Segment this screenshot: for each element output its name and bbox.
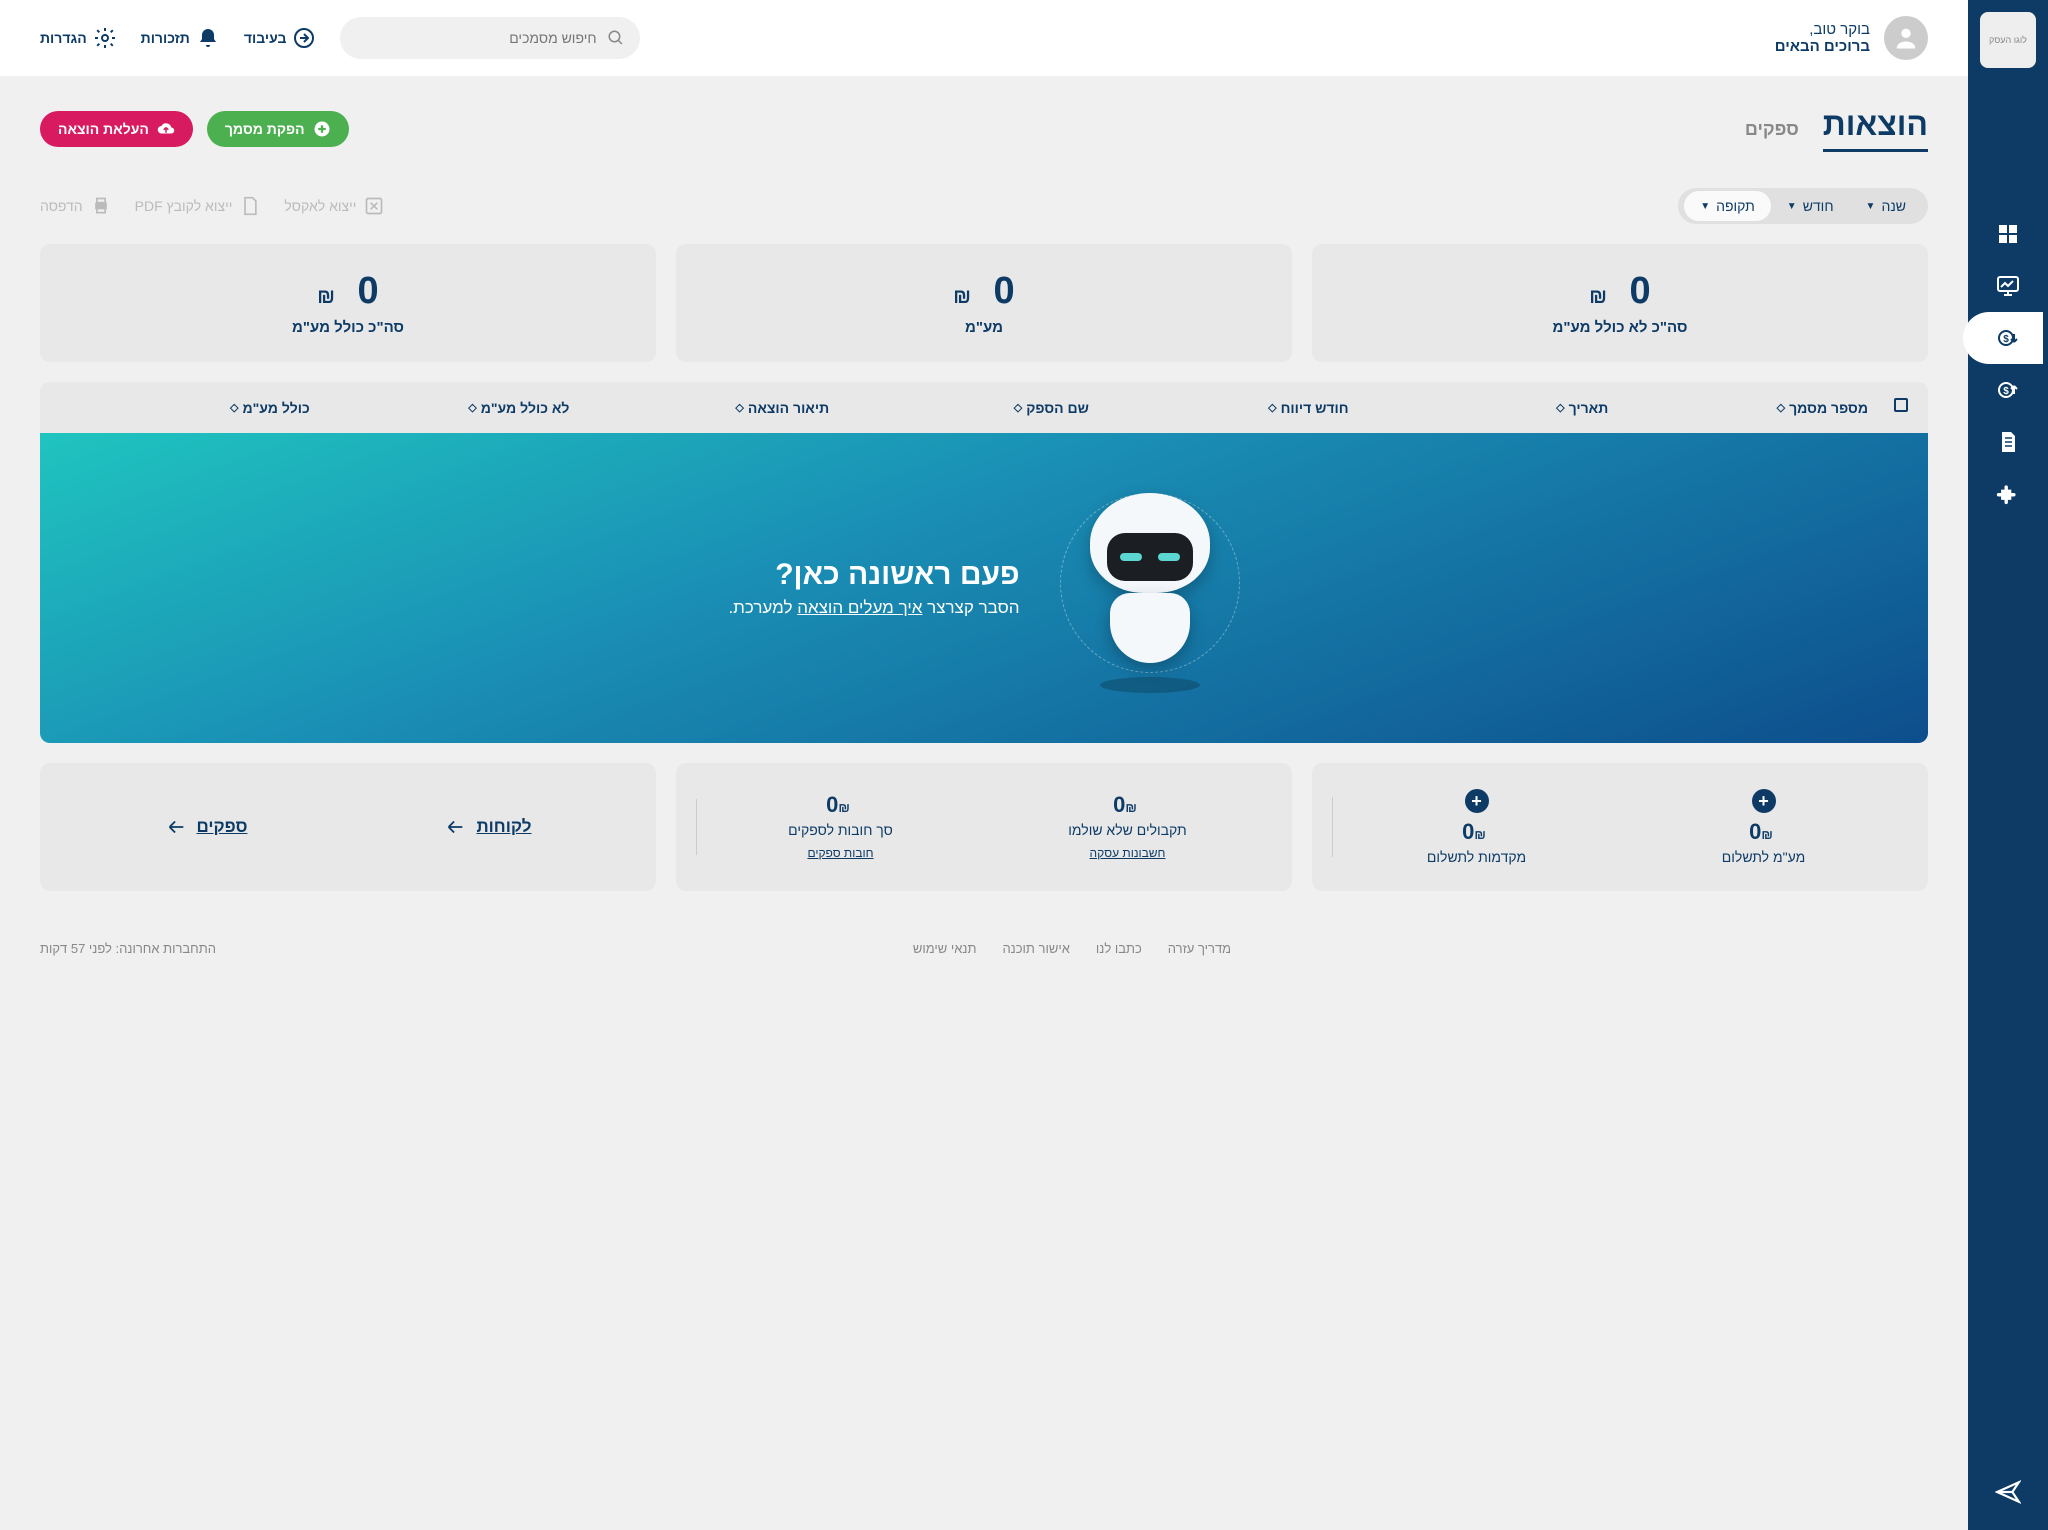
sidebar-send[interactable] <box>1968 1466 2048 1518</box>
col-description[interactable]: תיאור הוצאה◇ <box>579 400 829 416</box>
sidebar-item-income[interactable]: $ <box>1968 364 2048 416</box>
reminders-action[interactable]: תזכורות <box>141 26 220 50</box>
footer-terms[interactable]: תנאי שימוש <box>913 941 977 956</box>
sort-icon: ◇ <box>1777 401 1783 414</box>
cloud-upload-icon <box>157 120 175 138</box>
empty-subtitle: הסבר קצרצר איך מעלים הוצאה למערכת. <box>728 598 1019 618</box>
search-input[interactable] <box>356 30 596 46</box>
filter-month[interactable]: חודש ▼ <box>1771 191 1850 221</box>
sort-icon: ◇ <box>1556 401 1562 414</box>
processing-action[interactable]: בעיבוד <box>244 26 317 50</box>
user-icon <box>1892 24 1920 52</box>
chart-screen-icon <box>1996 274 2020 298</box>
document-icon <box>1996 430 2020 454</box>
svg-text:$: $ <box>2003 334 2009 345</box>
nav-card: לקוחות ספקים <box>40 763 656 891</box>
customers-link[interactable]: לקוחות <box>444 816 531 838</box>
date-filters: שנה ▼ חודש ▼ תקופה ▼ <box>1678 188 1928 224</box>
add-vat-payment-button[interactable]: + <box>1752 789 1776 813</box>
debts-card: 0₪ תקבולים שלא שולמו חשבונות עסקה 0₪ סך … <box>676 763 1292 891</box>
robot-illustration <box>1060 483 1240 693</box>
send-icon <box>1995 1479 2021 1505</box>
bell-icon <box>196 26 220 50</box>
print-icon <box>91 196 111 216</box>
money-out-icon: $ <box>1996 326 2020 350</box>
sort-icon: ◇ <box>468 401 474 414</box>
unpaid-link[interactable]: חשבונות עסקה <box>1090 846 1166 860</box>
summary-excl-vat: 0 ₪ סה"כ לא כולל מע"מ <box>1312 244 1928 362</box>
processing-icon <box>292 26 316 50</box>
footer-help[interactable]: מדריך עזרה <box>1168 941 1231 956</box>
avatar[interactable] <box>1884 16 1928 60</box>
print[interactable]: הדפסה <box>40 196 111 216</box>
excel-icon <box>364 196 384 216</box>
summary-vat: 0 ₪ מע"מ <box>676 244 1292 362</box>
greeting-line2: ברוכים הבאים <box>1775 38 1870 55</box>
sort-icon: ◇ <box>1014 401 1020 414</box>
business-logo: לוגו העסק <box>1980 12 2036 68</box>
col-doc-number[interactable]: מספר מסמך◇ <box>1618 400 1868 416</box>
gear-icon <box>93 26 117 50</box>
arrow-left-icon <box>165 816 187 838</box>
expenses-table: מספר מסמך◇ תאריך◇ חודש דיווח◇ שם הספק◇ ת… <box>40 382 1928 743</box>
money-in-icon: $ <box>1996 378 2020 402</box>
export-pdf[interactable]: ייצוא לקובץ PDF <box>135 196 261 216</box>
summary-incl-vat: 0 ₪ סה"כ כולל מע"מ <box>40 244 656 362</box>
plus-circle-icon <box>313 120 331 138</box>
user-greeting: בוקר טוב, ברוכים הבאים <box>1775 16 1928 60</box>
sidebar-item-expenses[interactable]: $ <box>1963 312 2043 364</box>
empty-title: פעם ראשונה כאן? <box>728 558 1019 592</box>
empty-state-banner: פעם ראשונה כאן? הסבר קצרצר איך מעלים הוצ… <box>40 433 1928 743</box>
select-all-checkbox[interactable] <box>1894 398 1908 412</box>
empty-help-link[interactable]: איך מעלים הוצאה <box>797 598 922 617</box>
upload-expense-button[interactable]: העלאת הוצאה <box>40 111 193 147</box>
footer: מדריך עזרה כתבו לנו אישור תוכנה תנאי שימ… <box>0 921 1968 976</box>
col-excl-vat[interactable]: לא כולל מע"מ◇ <box>320 400 570 416</box>
sidebar: לוגו העסק $ $ <box>1968 0 2048 1530</box>
last-login: התחברות אחרונה: לפני 57 דקות <box>40 941 216 956</box>
footer-cert[interactable]: אישור תוכנה <box>1002 941 1069 956</box>
col-incl-vat[interactable]: כולל מע"מ◇ <box>60 400 310 416</box>
grid-icon <box>1996 222 2020 246</box>
sidebar-item-dashboard[interactable] <box>1968 208 2048 260</box>
tab-suppliers[interactable]: ספקים <box>1745 119 1799 140</box>
debts-link[interactable]: חובות ספקים <box>807 846 873 860</box>
export-excel[interactable]: ייצוא לאקסל <box>284 196 384 216</box>
suppliers-link[interactable]: ספקים <box>165 816 248 838</box>
topbar: בוקר טוב, ברוכים הבאים בעיבוד תזכורות <box>0 0 1968 76</box>
caret-down-icon: ▼ <box>1866 201 1876 212</box>
pdf-icon <box>240 196 260 216</box>
col-supplier[interactable]: שם הספק◇ <box>839 400 1089 416</box>
add-advance-payment-button[interactable]: + <box>1465 789 1489 813</box>
tab-expenses[interactable]: הוצאות <box>1823 106 1928 152</box>
caret-down-icon: ▼ <box>1787 201 1797 212</box>
sidebar-item-documents[interactable] <box>1968 416 2048 468</box>
col-report-month[interactable]: חודש דיווח◇ <box>1099 400 1349 416</box>
sort-icon: ◇ <box>735 401 741 414</box>
footer-contact[interactable]: כתבו לנו <box>1096 941 1142 956</box>
col-date[interactable]: תאריך◇ <box>1359 400 1609 416</box>
sort-icon: ◇ <box>1268 401 1274 414</box>
settings-action[interactable]: הגדרות <box>40 26 117 50</box>
payments-card: + 0₪ מע"מ לתשלום + 0₪ מקדמות לתשלום <box>1312 763 1928 891</box>
filter-period[interactable]: תקופה ▼ <box>1684 191 1771 221</box>
svg-text:$: $ <box>2003 386 2009 397</box>
sidebar-item-addons[interactable] <box>1968 468 2048 520</box>
caret-down-icon: ▼ <box>1700 201 1710 212</box>
search-box[interactable] <box>340 17 640 59</box>
greeting-line1: בוקר טוב, <box>1775 21 1870 38</box>
sidebar-item-reports[interactable] <box>1968 260 2048 312</box>
puzzle-icon <box>1996 482 2020 506</box>
sort-icon: ◇ <box>230 401 236 414</box>
filter-year[interactable]: שנה ▼ <box>1850 191 1922 221</box>
search-icon <box>607 28 625 48</box>
arrow-left-icon <box>444 816 466 838</box>
generate-document-button[interactable]: הפקת מסמך <box>207 111 349 147</box>
